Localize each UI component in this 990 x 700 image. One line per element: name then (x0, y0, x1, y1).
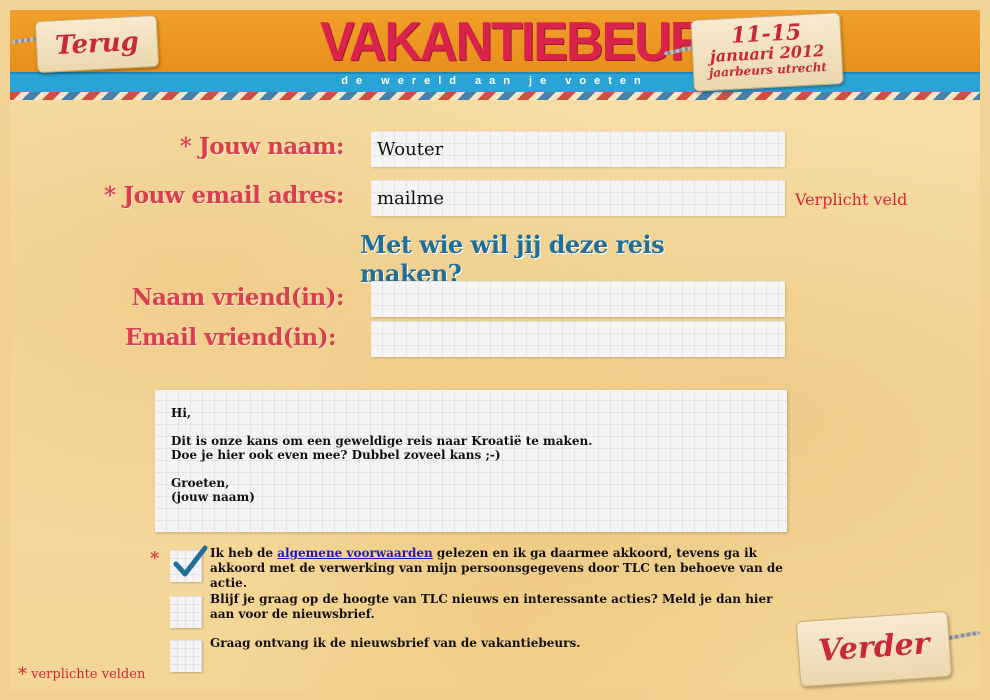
required-star: * (150, 548, 160, 569)
message-line: Dit is onze kans om een geweldige reis n… (171, 434, 593, 448)
back-button[interactable]: Terug (34, 14, 160, 74)
friend-email-input[interactable] (371, 321, 785, 357)
tlc-newsletter-checkbox[interactable] (170, 596, 202, 628)
email-label-text: Jouw email adres: (123, 182, 344, 209)
required-star: * (179, 133, 192, 160)
back-button-label: Terug (54, 26, 140, 62)
required-fields-note: * verplichte velden (18, 664, 145, 685)
terms-link[interactable]: algemene voorwaarden (277, 546, 432, 560)
required-fields-note-text: verplichte velden (31, 667, 146, 682)
tlc-newsletter-label: Blijf je graag op de hoogte van TLC nieu… (210, 592, 773, 621)
checkmark-icon (173, 545, 208, 577)
terms-text-before: Ik heb de (210, 546, 278, 560)
friend-email-label: Email vriend(in): (124, 324, 337, 351)
vakantiebeurs-newsletter-label: Graag ontvang ik de nieuwsbrief van de v… (210, 636, 581, 650)
friend-question-heading: Met wie wil jij deze reis maken? (360, 230, 665, 288)
friend-name-label: Naam vriend(in): (131, 284, 344, 311)
event-date-tag: 11-15 januari 2012 jaarbeurs utrecht (690, 12, 844, 92)
airmail-stripe (10, 92, 980, 100)
next-button[interactable]: Verder (795, 610, 953, 688)
site-tagline: de wereld aan je voeten (341, 75, 649, 87)
page: VAKANTIEBEURS de wereld aan je voeten Te… (0, 0, 990, 700)
message-line: Doe je hier ook even mee? Dubbel zoveel … (171, 448, 501, 462)
site-logo: VAKANTIEBEURS (320, 11, 740, 73)
message-line: (jouw naam) (171, 490, 255, 504)
message-line: Hi, (171, 406, 192, 420)
email-error-message: Verplicht veld (795, 190, 908, 209)
next-button-label: Verder (817, 626, 931, 669)
vakantiebeurs-newsletter-checkbox[interactable] (170, 640, 202, 672)
email-input[interactable] (371, 180, 785, 216)
friend-name-input[interactable] (371, 281, 785, 317)
terms-checkbox[interactable] (170, 545, 208, 582)
required-star: * (104, 182, 116, 209)
name-input[interactable] (371, 131, 785, 167)
name-label: * Jouw naam: (60, 133, 345, 160)
message-line: Groeten, (171, 476, 230, 490)
name-label-text: Jouw naam: (198, 133, 345, 160)
email-label: * Jouw email adres: (60, 182, 344, 209)
required-star: * (18, 664, 27, 685)
terms-checkbox-label: Ik heb de algemene voorwaarden gelezen e… (210, 546, 800, 591)
invite-message-textarea[interactable]: Hi, Dit is onze kans om een geweldige re… (155, 390, 787, 532)
